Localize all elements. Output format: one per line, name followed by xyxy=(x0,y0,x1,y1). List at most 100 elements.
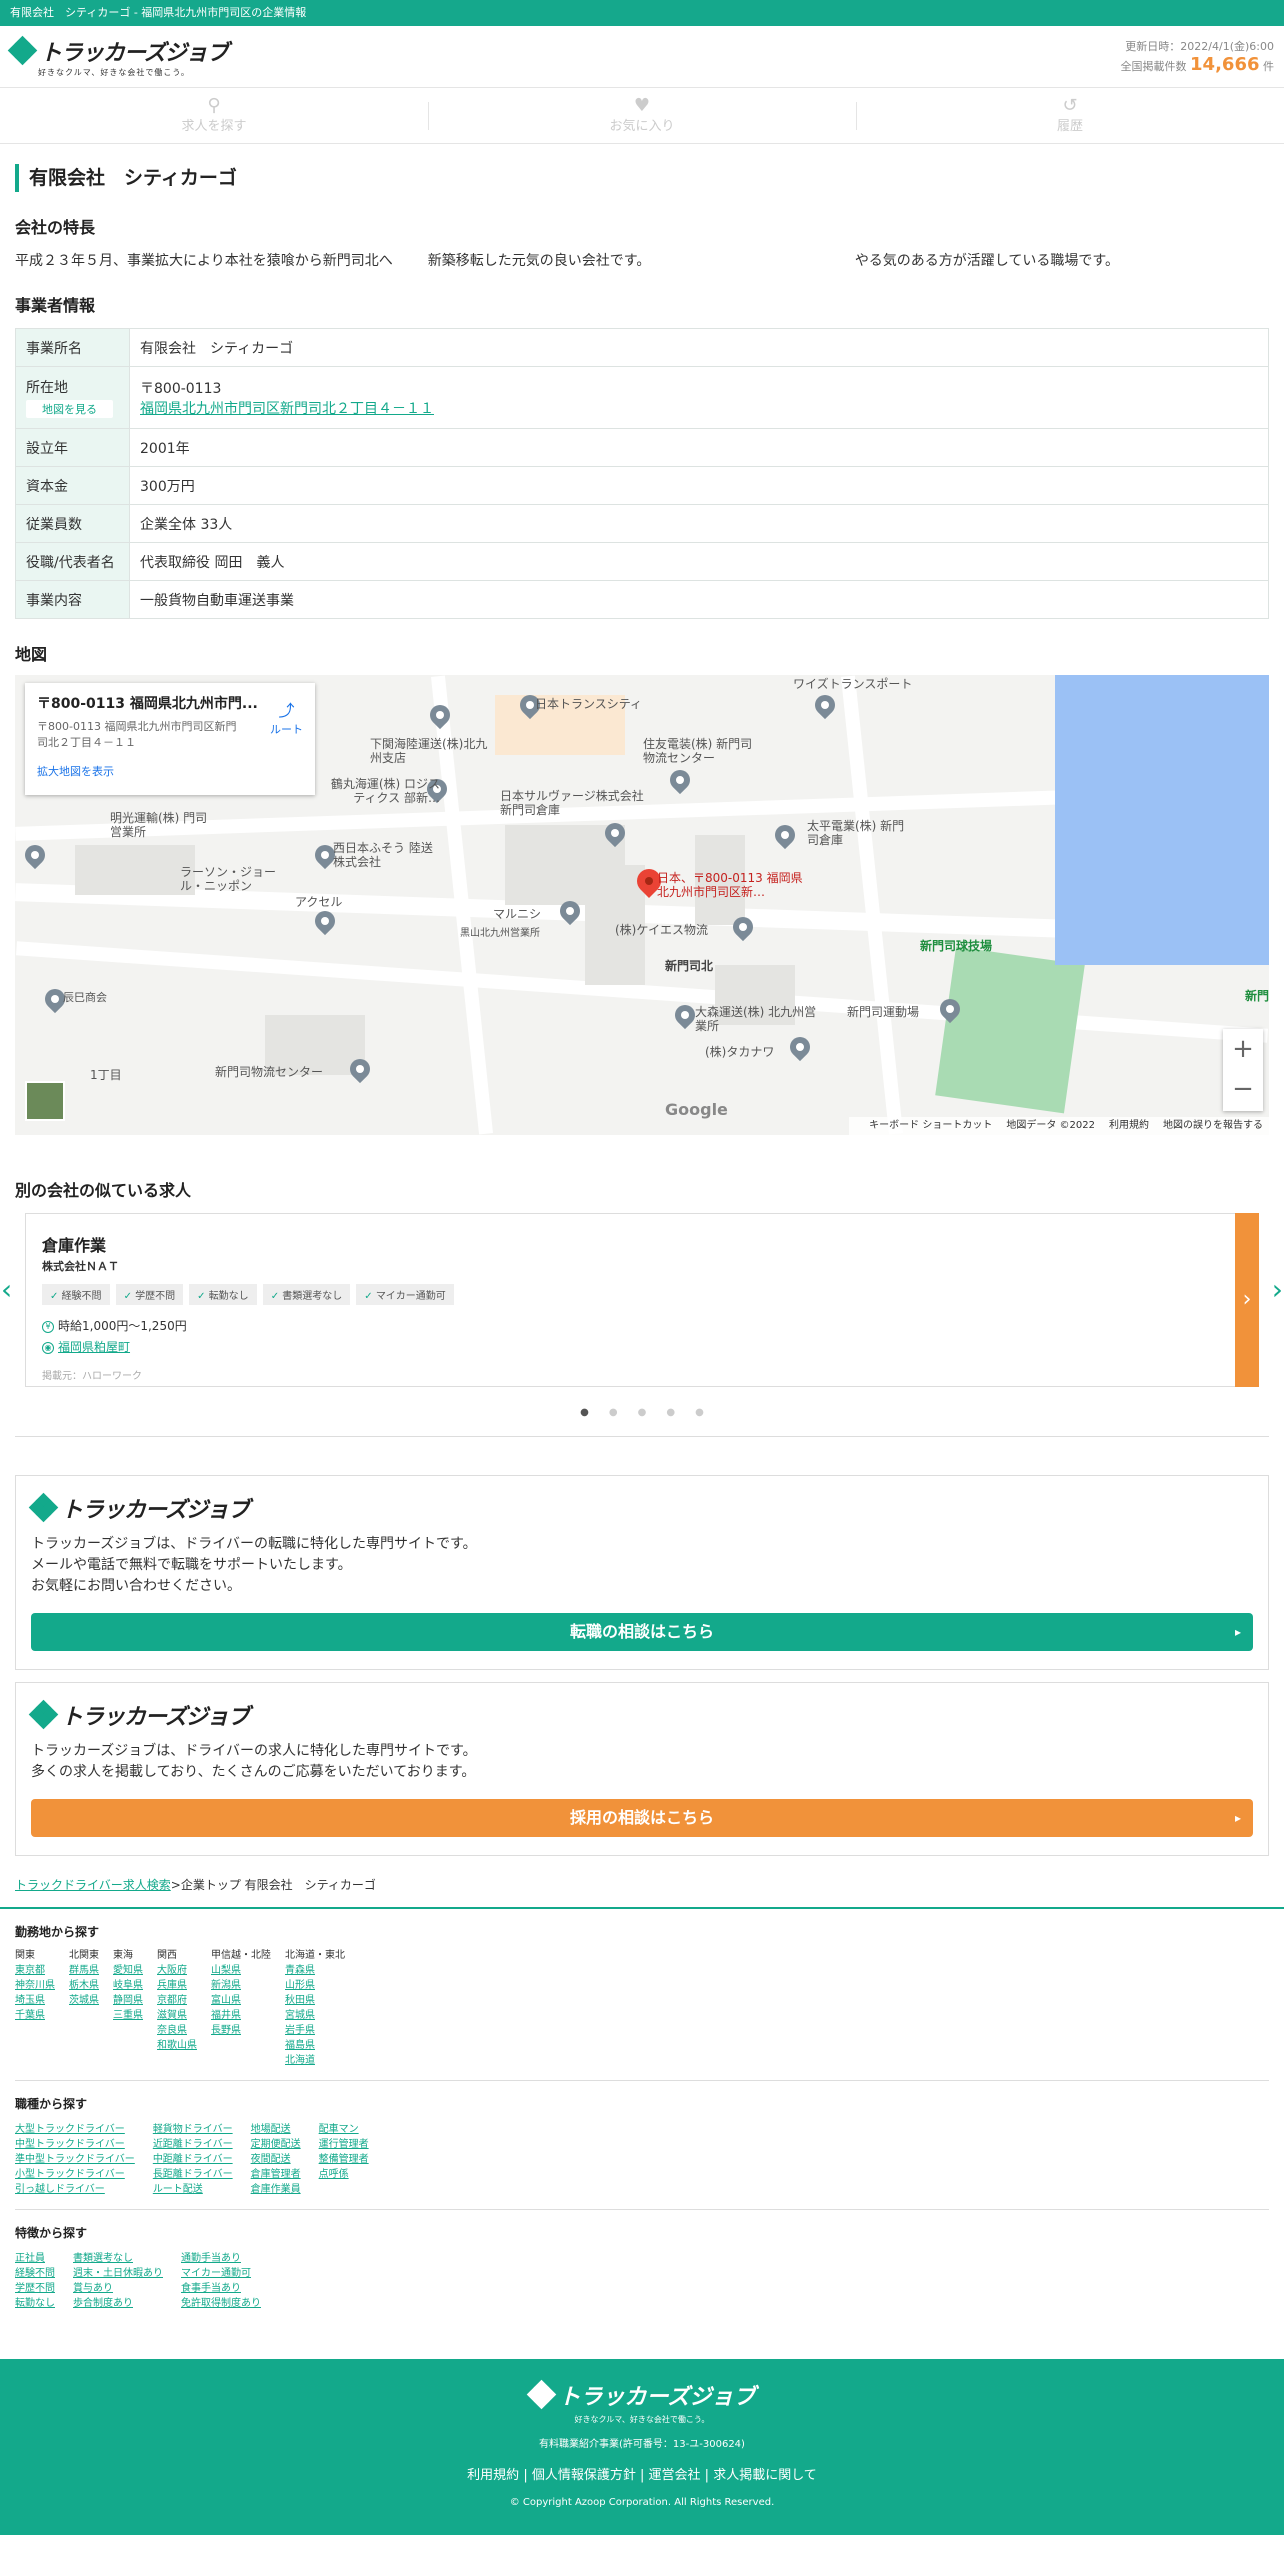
zoom-in-button[interactable]: + xyxy=(1223,1029,1263,1069)
search-link[interactable]: 軽貨物ドライバー xyxy=(153,2122,233,2137)
header: トラッカーズジョブ 好きなクルマ、好きな会社で働こう。 更新日時：2022/4/… xyxy=(0,26,1284,88)
embedded-map[interactable]: 日本トランスシティ ワイズトランスポート 下関海陸運送(株)北九州支店 住友電装… xyxy=(15,675,1269,1135)
satellite-toggle[interactable] xyxy=(25,1081,65,1121)
search-link[interactable]: 大型トラックドライバー xyxy=(15,2122,135,2137)
map-footer-report[interactable]: 地図の誤りを報告する xyxy=(1163,1120,1263,1131)
footer-link-company[interactable]: 運営会社 xyxy=(636,2468,701,2483)
search-link[interactable]: 倉庫作業員 xyxy=(251,2182,301,2197)
job-card[interactable]: 倉庫作業 株式会社ＮＡＴ 経験不問 学歴不問 転勤なし 書類選考なし マイカー通… xyxy=(25,1213,1259,1387)
prefecture-link[interactable]: 岐阜県 xyxy=(113,1978,143,1993)
prefecture-link[interactable]: 新潟県 xyxy=(211,1978,271,1993)
prefecture-link[interactable]: 富山県 xyxy=(211,1993,271,2008)
search-link[interactable]: 準中型トラックドライバー xyxy=(15,2152,135,2167)
search-link[interactable]: 運行管理者 xyxy=(319,2137,369,2152)
prefecture-link[interactable]: 愛知県 xyxy=(113,1963,143,1978)
nav-search[interactable]: ⚲ 求人を探す xyxy=(0,88,428,143)
row-value: 代表取締役 岡田 義人 xyxy=(129,542,1269,581)
view-map-button[interactable]: 地図を見る xyxy=(26,400,113,418)
search-link[interactable]: ルート配送 xyxy=(153,2182,233,2197)
prefecture-link[interactable]: 青森県 xyxy=(285,1963,345,1978)
top-bar-text: 有限会社 シティカーゴ - 福岡県北九州市門司区の企業情報 xyxy=(10,6,307,19)
prefecture-link[interactable]: 静岡県 xyxy=(113,1993,143,2008)
prefecture-link[interactable]: 神奈川県 xyxy=(15,1978,55,1993)
search-link[interactable]: マイカー通勤可 xyxy=(181,2266,261,2281)
prefecture-link[interactable]: 北海道 xyxy=(285,2053,345,2068)
search-link[interactable]: 長距離ドライバー xyxy=(153,2167,233,2182)
map-label: 新門司北 xyxy=(665,959,714,973)
prefecture-link[interactable]: 群馬県 xyxy=(69,1963,99,1978)
business-info-table: 事業所名 有限会社 シティカーゴ 所在地 地図を見る 〒800-0113 福岡県北九州… xyxy=(15,328,1269,619)
breadcrumb-home[interactable]: トラックドライバー求人検索 xyxy=(15,1878,171,1892)
prefecture-link[interactable]: 埼玉県 xyxy=(15,1993,55,2008)
search-link[interactable]: 整備管理者 xyxy=(319,2152,369,2167)
prefecture-link[interactable]: 栃木県 xyxy=(69,1978,99,1993)
search-link[interactable]: 地場配送 xyxy=(251,2122,301,2137)
search-link[interactable]: 正社員 xyxy=(15,2251,55,2266)
carousel-dots[interactable]: ●●●●● xyxy=(15,1407,1269,1418)
nav-favorites-label: お気に入り xyxy=(609,119,675,134)
prefecture-link[interactable]: 山形県 xyxy=(285,1978,345,1993)
address-link[interactable]: 福岡県北九州市門司区新門司北２丁目４－１１ xyxy=(140,401,434,417)
footer-link-terms[interactable]: 利用規約 xyxy=(467,2468,519,2483)
map-footer-terms[interactable]: 利用規約 xyxy=(1109,1120,1149,1131)
prefecture-link[interactable]: 三重県 xyxy=(113,2008,143,2023)
search-link[interactable]: 賞与あり xyxy=(73,2281,163,2296)
carousel-prev-icon[interactable]: ‹ xyxy=(1,1273,12,1306)
nav-favorites[interactable]: ♥ お気に入り xyxy=(428,88,856,143)
search-link[interactable]: 週末・土日休暇あり xyxy=(73,2266,163,2281)
prefecture-link[interactable]: 千葉県 xyxy=(15,2008,55,2023)
promo-line: トラッカーズジョブは、ドライバーの求人に特化した専門サイトです。 xyxy=(31,1743,477,1759)
search-link[interactable]: 書類選考なし xyxy=(73,2251,163,2266)
search-link[interactable]: 学歴不問 xyxy=(15,2281,55,2296)
prefecture-link[interactable]: 兵庫県 xyxy=(157,1978,197,1993)
prefecture-link[interactable]: 岩手県 xyxy=(285,2023,345,2038)
prefecture-link[interactable]: 和歌山県 xyxy=(157,2038,197,2053)
prefecture-link[interactable]: 宮城県 xyxy=(285,2008,345,2023)
route-button[interactable]: ⤴ ルート xyxy=(270,697,303,737)
footer-logo[interactable]: トラッカーズジョブ xyxy=(526,2379,755,2411)
search-link[interactable]: 通勤手当あり xyxy=(181,2251,261,2266)
yen-icon: ¥ xyxy=(42,1320,54,1333)
hiring-consult-button[interactable]: 採用の相談はこちら xyxy=(31,1799,1253,1837)
link-column: 地場配送 定期便配送 夜間配送 倉庫管理者 倉庫作業員 xyxy=(251,2122,301,2197)
footer-link-privacy[interactable]: 個人情報保護方針 xyxy=(519,2468,636,2483)
prefecture-link[interactable]: 茨城県 xyxy=(69,1993,99,2008)
prefecture-link[interactable]: 福島県 xyxy=(285,2038,345,2053)
search-link[interactable]: 食事手当あり xyxy=(181,2281,261,2296)
prefecture-link[interactable]: 長野県 xyxy=(211,2023,271,2038)
search-link[interactable]: 夜間配送 xyxy=(251,2152,301,2167)
job-tag: 書類選考なし xyxy=(262,1284,351,1305)
enlarge-map-link[interactable]: 拡大地図を表示 xyxy=(37,763,303,779)
footer-link-posting[interactable]: 求人掲載に関して xyxy=(701,2468,817,2483)
career-consult-button[interactable]: 転職の相談はこちら xyxy=(31,1613,1253,1651)
search-link[interactable]: 引っ越しドライバー xyxy=(15,2182,135,2197)
search-link[interactable]: 小型トラックドライバー xyxy=(15,2167,135,2182)
search-link[interactable]: 経験不問 xyxy=(15,2266,55,2281)
prefecture-link[interactable]: 大阪府 xyxy=(157,1963,197,1978)
prefecture-link[interactable]: 東京都 xyxy=(15,1963,55,1978)
job-location[interactable]: 福岡県粕屋町 xyxy=(58,1340,130,1354)
nav-history[interactable]: ↺ 履歴 xyxy=(856,88,1284,143)
zoom-out-button[interactable]: − xyxy=(1223,1069,1263,1109)
prefecture-link[interactable]: 滋賀県 xyxy=(157,2008,197,2023)
search-link[interactable]: 配車マン xyxy=(319,2122,369,2137)
search-link[interactable]: 倉庫管理者 xyxy=(251,2167,301,2182)
search-link[interactable]: 近距離ドライバー xyxy=(153,2137,233,2152)
prefecture-link[interactable]: 京都府 xyxy=(157,1993,197,2008)
search-link[interactable]: 中型トラックドライバー xyxy=(15,2137,135,2152)
search-link[interactable]: 転勤なし xyxy=(15,2296,55,2311)
prefecture-link[interactable]: 秋田県 xyxy=(285,1993,345,2008)
next-card-peek[interactable]: › xyxy=(1235,1213,1259,1387)
search-link[interactable]: 定期便配送 xyxy=(251,2137,301,2152)
map-footer-shortcuts[interactable]: キーボード ショートカット xyxy=(869,1120,992,1131)
prefecture-link[interactable]: 山梨県 xyxy=(211,1963,271,1978)
prefecture-link[interactable]: 奈良県 xyxy=(157,2023,197,2038)
search-link[interactable]: 歩合制度あり xyxy=(73,2296,163,2311)
search-link[interactable]: 中距離ドライバー xyxy=(153,2152,233,2167)
prefecture-link[interactable]: 福井県 xyxy=(211,2008,271,2023)
promo-logo: トラッカーズジョブ xyxy=(28,1492,1253,1524)
search-link[interactable]: 免許取得制度あり xyxy=(181,2296,261,2311)
site-logo[interactable]: トラッカーズジョブ 好きなクルマ、好きな会社で働こう。 xyxy=(7,35,229,78)
carousel-next-icon[interactable]: › xyxy=(1272,1273,1283,1306)
search-link[interactable]: 点呼係 xyxy=(319,2167,369,2182)
